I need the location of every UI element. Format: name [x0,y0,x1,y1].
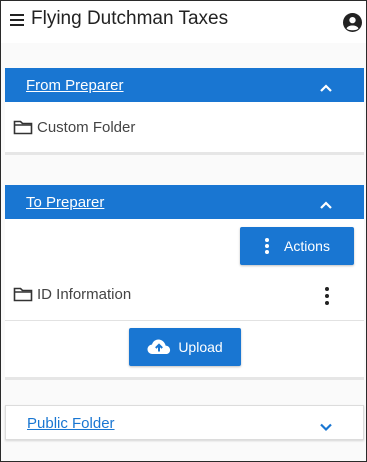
section-title-public-folder[interactable]: Public Folder [27,415,115,432]
section-header-to-preparer[interactable]: To Preparer [5,185,364,219]
cloud-upload-icon [147,339,171,354]
folder-more-icon[interactable] [324,287,330,305]
chevron-up-icon[interactable] [319,83,333,93]
section-title-to-preparer[interactable]: To Preparer [26,194,104,211]
more-vertical-icon [265,238,270,254]
section-header-from-preparer[interactable]: From Preparer [5,68,364,102]
chevron-down-icon[interactable] [319,422,333,432]
section-divider [5,152,364,155]
folder-name: Custom Folder [37,118,136,136]
app-window: Flying Dutchman Taxes From Preparer Cust… [0,0,367,462]
upload-button[interactable]: Upload [129,328,241,366]
chevron-up-icon[interactable] [319,200,333,210]
folder-outline-icon [13,120,33,135]
hamburger-menu-icon[interactable] [10,14,24,26]
account-circle-icon[interactable] [343,13,362,32]
folder-outline-icon [13,287,33,302]
actions-button-label: Actions [284,238,330,254]
row-divider [5,320,364,321]
folder-item[interactable]: Custom Folder [13,115,135,139]
app-header: Flying Dutchman Taxes [1,1,366,43]
section-header-public-folder[interactable]: Public Folder [5,405,364,440]
section-divider [5,377,364,380]
folder-name: ID Information [37,285,132,303]
upload-button-label: Upload [178,339,223,355]
app-title: Flying Dutchman Taxes [31,8,229,29]
section-title-from-preparer[interactable]: From Preparer [26,77,124,94]
actions-button[interactable]: Actions [240,227,354,265]
folder-item[interactable]: ID Information [13,282,131,306]
